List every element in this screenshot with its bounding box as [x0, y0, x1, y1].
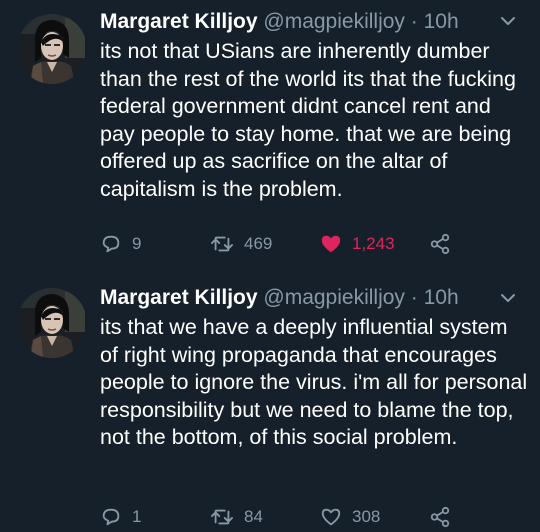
retweet-button[interactable]: 84	[210, 502, 263, 532]
separator-dot: ·	[410, 286, 418, 309]
like-button[interactable]: 308	[320, 502, 380, 532]
tweet-header: Margaret Killjoy @magpiekilljoy · 10h	[100, 6, 459, 38]
share-button[interactable]	[428, 229, 452, 259]
tweet[interactable]: Margaret Killjoy @magpiekilljoy · 10h it…	[0, 0, 540, 274]
author-handle[interactable]: @magpiekilljoy	[263, 10, 405, 33]
author-handle[interactable]: @magpiekilljoy	[263, 286, 405, 309]
tweet-actions: 9 469 1,243	[100, 229, 530, 259]
reply-button[interactable]: 1	[100, 502, 141, 532]
author-name[interactable]: Margaret Killjoy	[100, 286, 258, 309]
avatar[interactable]	[17, 14, 87, 84]
avatar[interactable]	[17, 288, 87, 358]
reply-icon	[100, 233, 122, 255]
avatar-image	[17, 288, 87, 358]
chevron-down-icon[interactable]	[500, 291, 516, 305]
tweet-text: its that we have a deeply influential sy…	[100, 315, 528, 449]
reply-count: 9	[132, 234, 142, 253]
separator-dot: ·	[410, 10, 418, 33]
reply-button[interactable]: 9	[100, 229, 141, 259]
avatar-image	[17, 14, 87, 84]
like-count: 308	[352, 507, 381, 526]
retweet-button[interactable]: 469	[210, 229, 272, 259]
timestamp[interactable]: 10h	[424, 10, 459, 33]
retweet-icon	[210, 233, 234, 255]
tweet-header: Margaret Killjoy @magpiekilljoy · 10h	[100, 282, 459, 314]
chevron-down-icon[interactable]	[500, 14, 516, 28]
share-icon	[428, 506, 452, 528]
heart-outline-icon	[320, 506, 342, 528]
reply-icon	[100, 506, 122, 528]
share-icon	[428, 233, 452, 255]
heart-filled-icon	[320, 233, 342, 255]
retweet-icon	[210, 506, 234, 528]
retweet-count: 84	[244, 507, 263, 526]
tweet-actions: 1 84 308	[100, 502, 530, 532]
like-count: 1,243	[352, 234, 395, 253]
timestamp[interactable]: 10h	[424, 286, 459, 309]
reply-count: 1	[132, 507, 142, 526]
retweet-count: 469	[244, 234, 273, 253]
tweet-text: its not that USians are inherently dumbe…	[100, 39, 516, 201]
tweet[interactable]: Margaret Killjoy @magpiekilljoy · 10h it…	[0, 274, 540, 530]
author-name[interactable]: Margaret Killjoy	[100, 10, 258, 33]
like-button[interactable]: 1,243	[320, 229, 395, 259]
share-button[interactable]	[428, 502, 452, 532]
